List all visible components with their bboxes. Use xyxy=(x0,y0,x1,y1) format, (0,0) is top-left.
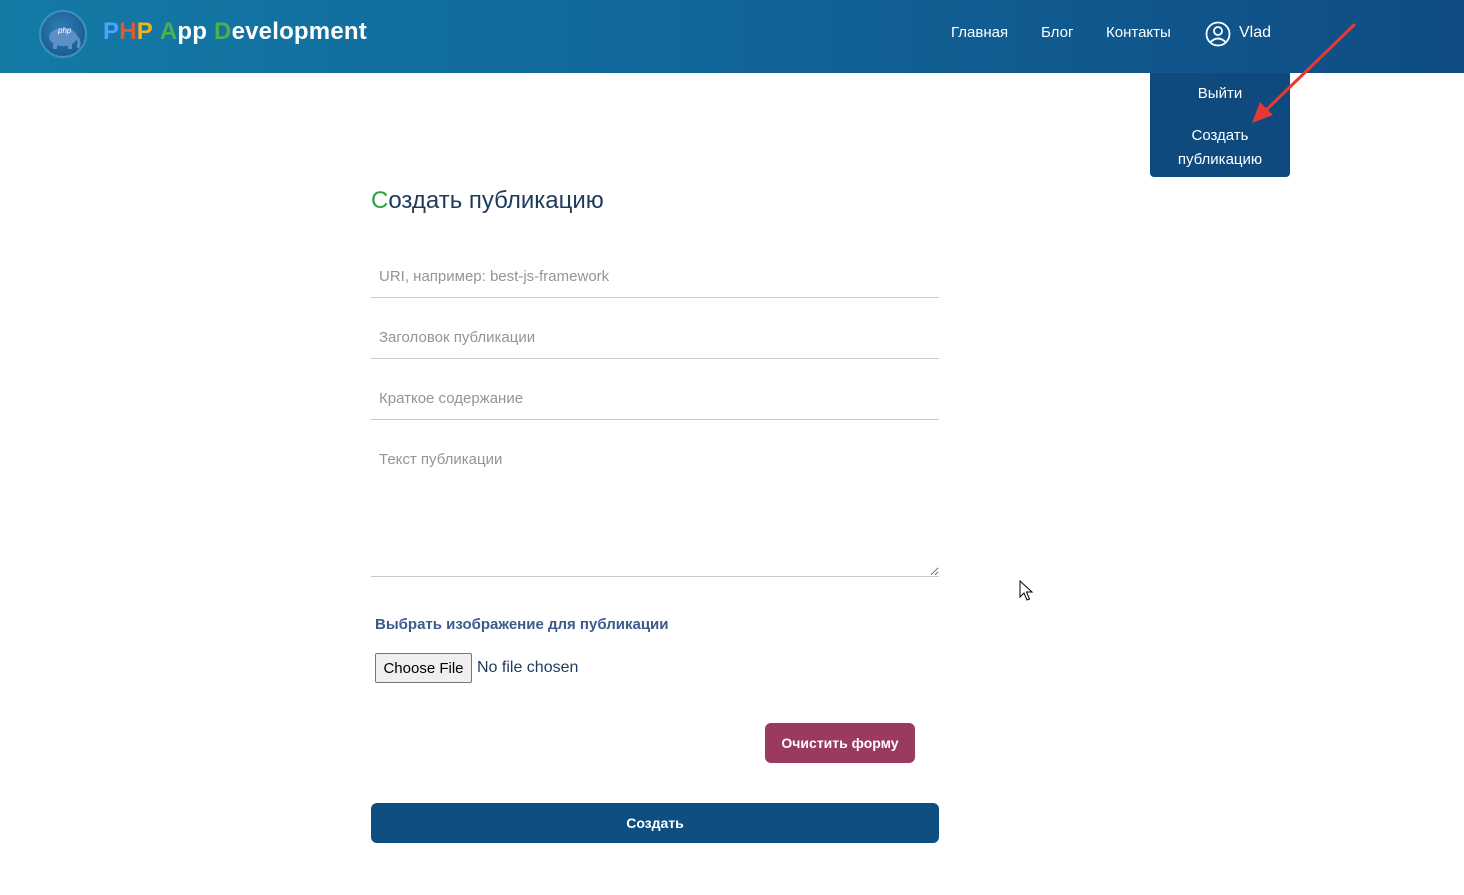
file-status-text: No file chosen xyxy=(477,659,579,676)
nav-home-link[interactable]: Главная xyxy=(951,24,1008,41)
create-post-button[interactable]: Создать xyxy=(371,803,939,843)
brand-letter-1: H xyxy=(119,18,137,45)
create-post-line2: публикацию xyxy=(1177,151,1263,168)
logo-text: php xyxy=(57,26,72,35)
mouse-cursor-icon xyxy=(1019,580,1034,601)
nav-blog-link[interactable]: Блог xyxy=(1041,24,1073,41)
summary-input[interactable] xyxy=(371,378,939,420)
brand-letter-2: P xyxy=(136,18,153,45)
brand-letter-0: P xyxy=(103,18,120,45)
uri-input[interactable] xyxy=(371,256,939,298)
create-post-menu-item[interactable]: Создать публикацию xyxy=(1150,124,1290,172)
page-title-rest: оздать публикацию xyxy=(388,187,604,214)
brand-letter-5: pp xyxy=(177,18,208,45)
post-text-textarea[interactable] xyxy=(371,441,939,577)
brand-letter-4: A xyxy=(159,18,178,45)
post-title-input[interactable] xyxy=(371,317,939,359)
brand-letter-8: evelopment xyxy=(231,18,367,45)
user-circle-icon[interactable] xyxy=(1205,21,1231,47)
site-brand[interactable]: PHP App Development xyxy=(103,18,367,46)
php-elephant-icon[interactable]: php xyxy=(39,10,87,58)
brand-letter-6 xyxy=(207,18,214,46)
brand-letter-3 xyxy=(153,18,160,46)
page-title-first-letter: С xyxy=(371,187,389,214)
page-title: Создать публикацию xyxy=(371,187,604,215)
image-upload-label[interactable]: Выбрать изображение для публикации xyxy=(375,616,668,633)
annotation-arrow-icon xyxy=(1252,23,1356,123)
nav-contacts-link[interactable]: Контакты xyxy=(1106,24,1171,41)
clear-form-button[interactable]: Очистить форму xyxy=(765,723,915,763)
brand-letter-7: D xyxy=(214,18,232,45)
choose-file-button[interactable]: Choose File xyxy=(375,653,472,683)
